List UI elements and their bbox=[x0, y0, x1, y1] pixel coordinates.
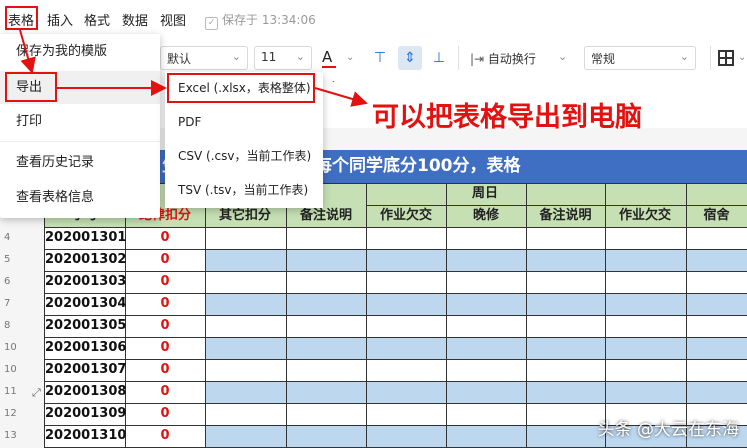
arrow-menu-to-export bbox=[19, 29, 36, 74]
watermark: 头条 @大云在东海 bbox=[597, 420, 739, 440]
annotation-arrows bbox=[19, 29, 368, 107]
arrow-excel-to-note bbox=[314, 87, 368, 107]
